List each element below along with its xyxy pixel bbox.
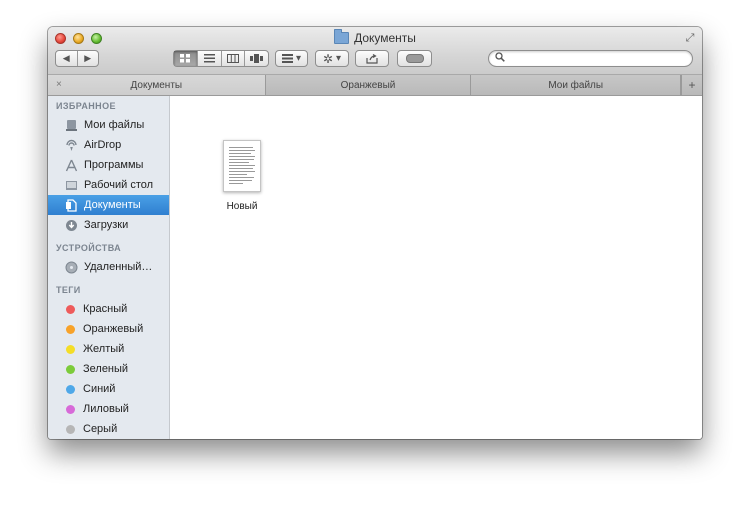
tab-documents[interactable]: × Документы xyxy=(48,75,266,95)
sidebar-item-label: Документы xyxy=(84,199,141,211)
view-mode-control xyxy=(173,50,269,67)
window-title: Документы xyxy=(48,29,702,45)
share-button[interactable] xyxy=(355,50,389,67)
sidebar-item-label: Загрузки xyxy=(84,219,129,231)
back-forward-control: ◀ ▶ xyxy=(55,50,99,67)
gear-icon: ✲ xyxy=(322,51,334,66)
new-tab-button[interactable]: + xyxy=(681,75,702,95)
action-button[interactable]: ✲ ▾ xyxy=(315,50,349,67)
sidebar-item-label: AirDrop xyxy=(84,139,122,151)
tab-orange[interactable]: Оранжевый xyxy=(266,75,472,95)
documents-icon xyxy=(64,198,78,212)
list-view-button[interactable] xyxy=(198,51,222,66)
downloads-icon xyxy=(64,218,78,232)
plus-icon: + xyxy=(688,78,696,92)
arrange-icon xyxy=(281,54,293,63)
tab-my-files[interactable]: Мои файлы xyxy=(471,75,682,95)
all-files-icon xyxy=(64,118,78,132)
coverflow-view-icon xyxy=(250,54,264,63)
sidebar-tag-purple[interactable]: Лиловый xyxy=(48,399,169,419)
remote-disc-icon xyxy=(64,260,78,274)
file-item[interactable]: Новый xyxy=(212,140,272,212)
sidebar-item-label: Лиловый xyxy=(83,403,129,415)
forward-button[interactable]: ▶ xyxy=(78,51,99,66)
window-title-text: Документы xyxy=(354,31,416,45)
file-browser-area[interactable]: Новый xyxy=(170,96,702,439)
coverflow-view-button[interactable] xyxy=(245,51,268,66)
sidebar-item-label: Оранжевый xyxy=(83,323,144,335)
sidebar-item-downloads[interactable]: Загрузки xyxy=(48,215,169,235)
blue-tag-dot-icon xyxy=(66,384,75,394)
file-name: Новый xyxy=(226,201,258,212)
list-view-icon xyxy=(203,54,215,63)
sidebar-item-airdrop[interactable]: AirDrop xyxy=(48,135,169,155)
fullscreen-icon[interactable]: ⤢ xyxy=(684,32,696,44)
column-view-icon xyxy=(226,54,239,63)
sidebar-tag-blue[interactable]: Синий xyxy=(48,379,169,399)
sidebar-tag-yellow[interactable]: Желтый xyxy=(48,339,169,359)
tab-label: Оранжевый xyxy=(340,79,396,91)
sidebar-item-label: Красный xyxy=(83,303,128,315)
sidebar-section-devices: УСТРОЙСТВА xyxy=(56,243,122,253)
action-chevron: ▾ xyxy=(336,53,342,64)
desktop-icon xyxy=(64,178,78,192)
arrange-chevron: ▾ xyxy=(295,53,302,64)
sidebar-section-tags: ТЕГИ xyxy=(56,285,81,295)
folder-icon xyxy=(334,29,350,44)
tab-label: Мои файлы xyxy=(548,79,604,91)
arrange-button[interactable]: ▾ xyxy=(275,50,308,67)
sidebar-item-label: Зеленый xyxy=(83,363,129,375)
share-icon xyxy=(366,53,378,64)
purple-tag-dot-icon xyxy=(66,404,75,414)
sidebar-tag-gray[interactable]: Серый xyxy=(48,419,169,439)
finder-window: Документы ⤢ ◀ ▶ ▾ ✲ ▾ × Документы Оранже… xyxy=(48,27,702,439)
red-tag-dot-icon xyxy=(66,304,75,314)
search-field[interactable] xyxy=(488,50,693,67)
sidebar-item-label: Синий xyxy=(83,383,116,395)
column-view-button[interactable] xyxy=(222,51,246,66)
sidebar-item-label: Рабочий стол xyxy=(84,179,154,191)
sidebar-section-favorites: ИЗБРАННОЕ xyxy=(56,101,116,111)
green-tag-dot-icon xyxy=(66,364,75,374)
sidebar-tag-green[interactable]: Зеленый xyxy=(48,359,169,379)
sidebar-item-label: Желтый xyxy=(83,343,125,355)
text-document-icon xyxy=(223,140,261,192)
sidebar-item-documents[interactable]: Документы xyxy=(48,195,169,215)
yellow-tag-dot-icon xyxy=(66,344,75,354)
sidebar: ИЗБРАННОЕ Мои файлы AirDrop Программы Ра… xyxy=(48,96,170,439)
sidebar-item-label: Удаленный… xyxy=(84,261,153,273)
orange-tag-dot-icon xyxy=(66,324,75,334)
tab-bar: × Документы Оранжевый Мои файлы + xyxy=(48,75,702,96)
search-icon xyxy=(495,52,505,65)
sidebar-item-applications[interactable]: Программы xyxy=(48,155,169,175)
back-button[interactable]: ◀ xyxy=(56,51,78,66)
sidebar-item-desktop[interactable]: Рабочий стол xyxy=(48,175,169,195)
sidebar-item-label: Программы xyxy=(84,159,144,171)
airdrop-icon xyxy=(64,138,78,152)
sidebar-item-label: Мои файлы xyxy=(84,119,145,131)
titlebar: Документы ⤢ ◀ ▶ ▾ ✲ ▾ xyxy=(48,27,702,75)
close-tab-icon[interactable]: × xyxy=(56,79,62,90)
sidebar-item-remote-disc[interactable]: Удаленный… xyxy=(48,257,169,277)
sidebar-tag-orange[interactable]: Оранжевый xyxy=(48,319,169,339)
search-input[interactable] xyxy=(509,52,683,66)
tag-icon xyxy=(405,54,424,63)
icon-view-icon xyxy=(179,54,190,63)
tags-button[interactable] xyxy=(397,50,432,67)
icon-view-button[interactable] xyxy=(174,51,198,66)
sidebar-tag-red[interactable]: Красный xyxy=(48,299,169,319)
tab-label: Документы xyxy=(130,79,183,91)
applications-icon xyxy=(64,158,78,172)
sidebar-item-my-files[interactable]: Мои файлы xyxy=(48,115,169,135)
gray-tag-dot-icon xyxy=(66,424,75,434)
sidebar-item-label: Серый xyxy=(83,423,118,435)
